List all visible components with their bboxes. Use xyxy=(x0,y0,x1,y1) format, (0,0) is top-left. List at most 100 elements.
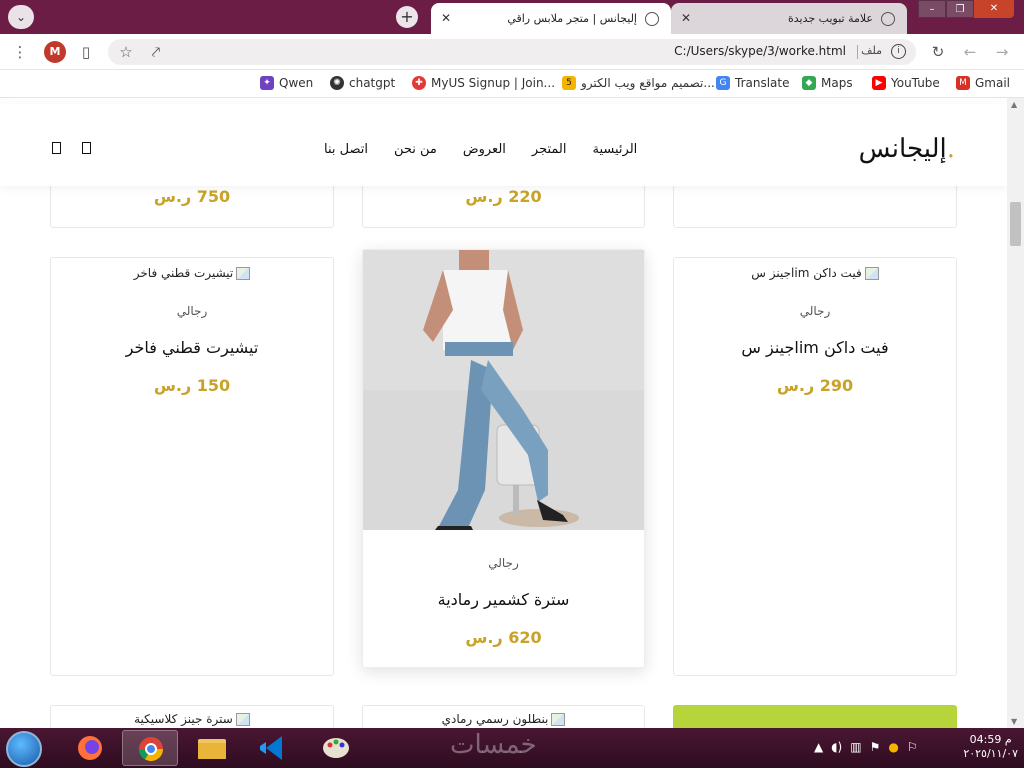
paint-icon xyxy=(323,738,349,758)
firefox-icon xyxy=(78,736,102,760)
site-logo[interactable]: إليجانس. xyxy=(859,134,955,164)
bookmark-label: Maps xyxy=(821,76,853,90)
bookmark-myus[interactable]: ✚ MyUS Signup | Join... xyxy=(412,76,555,90)
address-bar[interactable]: ☆ ⤤ C:/Users/skype/3/worke.html ملف i xyxy=(108,39,916,65)
bookmark-youtube[interactable]: ▶ YouTube xyxy=(872,76,940,90)
taskbar-firefox[interactable] xyxy=(62,730,118,766)
network-icon[interactable]: ▥ xyxy=(850,740,861,754)
taskbar-chrome[interactable] xyxy=(122,730,178,766)
site-header: إليجانس. الرئيسية المتجر العروض من نحن ا… xyxy=(0,104,1007,186)
bookmark-web-design[interactable]: 5 تصميم مواقع ويب الكترو... xyxy=(562,76,715,90)
nav-contact[interactable]: اتصل بنا xyxy=(324,142,368,157)
product-card-tshirt[interactable]: تيشيرت قطني فاخر رجالي تيشيرت قطني فاخر … xyxy=(50,257,334,676)
image-alt-text: تيشيرت قطني فاخر xyxy=(133,266,234,280)
tray-expand-icon[interactable]: ▲ xyxy=(814,740,823,754)
app-tray-icon[interactable]: ● xyxy=(888,740,898,754)
five-icon: 5 xyxy=(562,76,576,90)
cart-icon[interactable] xyxy=(82,142,91,154)
product-title[interactable]: جينز سlim فيت داكن xyxy=(674,338,956,357)
new-tab-button[interactable]: + xyxy=(396,6,418,28)
close-icon[interactable]: ✕ xyxy=(681,11,691,25)
bookmark-label: YouTube xyxy=(891,76,940,90)
product-price: 220 ر.س xyxy=(465,187,542,206)
bookmark-label: تصميم مواقع ويب الكترو... xyxy=(581,76,715,90)
bookmark-maps[interactable]: ◆ Maps xyxy=(802,76,853,90)
product-card-trousers[interactable]: بنطلون رسمي رمادي xyxy=(362,705,645,728)
flag-icon[interactable]: ⚑ xyxy=(870,740,881,754)
nav-home[interactable]: الرئيسية xyxy=(592,142,637,157)
window-close-button[interactable]: ✕ xyxy=(974,0,1014,18)
vscode-icon xyxy=(260,736,282,760)
product-title[interactable]: تيشيرت قطني فاخر xyxy=(51,338,333,357)
tab-new-tab[interactable]: ✕ علامة تبويب جديدة xyxy=(671,3,907,34)
product-card-denim-jacket[interactable]: سترة جينز كلاسيكية xyxy=(50,705,334,728)
page-scrollbar[interactable]: ▲ ▼ xyxy=(1007,98,1024,728)
main-nav: الرئيسية المتجر العروض من نحن اتصل بنا xyxy=(324,142,637,157)
image-alt-text: سترة جينز كلاسيكية xyxy=(134,712,233,726)
product-category: رجالي xyxy=(799,304,831,318)
bookmark-label: chatgpt xyxy=(349,76,396,90)
youtube-icon: ▶ xyxy=(872,76,886,90)
product-card-jeans[interactable]: جينز سlim فيت داكن رجالي جينز سlim فيت د… xyxy=(673,257,957,676)
tab-label: علامة تبويب جديدة xyxy=(787,12,873,25)
bookmarks-bar: M Gmail ▶ YouTube ◆ Maps G Translate 5 ت… xyxy=(0,70,1024,98)
product-card-cashmere[interactable]: رجالي سترة كشمير رمادية 620 ر.س xyxy=(362,249,645,668)
image-alt-text: بنطلون رسمي رمادي xyxy=(441,712,549,726)
forward-icon[interactable]: ← xyxy=(960,42,980,62)
tab-store[interactable]: ✕ إليجانس | متجر ملابس راقي xyxy=(431,3,671,34)
page-viewport: 220 ر.س 750 ر.س إليجانس. الرئيسية المتجر… xyxy=(0,98,1007,728)
url-text[interactable]: C:/Users/skype/3/worke.html xyxy=(674,44,846,58)
bookmark-star-icon[interactable]: ☆ xyxy=(116,42,136,62)
tab-search-button[interactable]: ⌄ xyxy=(8,5,34,29)
bookmark-label: Gmail xyxy=(975,76,1011,90)
clock[interactable]: 04:59 م ٢٠٢٥/١١/٠٧ xyxy=(963,733,1018,761)
gmail-icon: M xyxy=(956,76,970,90)
windows-taskbar: خمسات ▲ ◖) ▥ ⚑ ● ⚐ 04:59 م ٢٠٢٥/١١/٠٧ xyxy=(0,728,1024,768)
nav-about[interactable]: من نحن xyxy=(394,142,437,157)
nav-store[interactable]: المتجر xyxy=(532,142,567,157)
url-scheme-label: ملف xyxy=(861,44,882,57)
bookmark-qwen[interactable]: ✦ Qwen xyxy=(260,76,313,90)
nav-offers[interactable]: العروض xyxy=(463,142,506,157)
product-category: رجالي xyxy=(176,304,208,318)
product-image: جينز سlim فيت داكن xyxy=(751,266,879,280)
share-icon[interactable]: ⤤ xyxy=(146,42,166,62)
maximize-button[interactable]: ❐ xyxy=(946,0,974,18)
start-button[interactable] xyxy=(6,731,42,767)
divider xyxy=(857,45,858,59)
sidebar-icon[interactable]: ▯ xyxy=(76,42,96,62)
folder-icon xyxy=(198,739,226,759)
bookmark-gmail[interactable]: M Gmail xyxy=(956,76,1010,90)
close-icon[interactable]: ✕ xyxy=(441,11,451,25)
scroll-up-icon[interactable]: ▲ xyxy=(1011,100,1017,109)
watermark-text: خمسات xyxy=(450,730,537,760)
bookmark-translate[interactable]: G Translate xyxy=(716,76,790,90)
reload-icon[interactable]: ↻ xyxy=(928,42,948,62)
back-icon[interactable]: → xyxy=(992,42,1012,62)
user-icon[interactable] xyxy=(52,142,61,154)
product-title[interactable]: سترة كشمير رمادية xyxy=(363,590,644,609)
volume-icon[interactable]: ◖) xyxy=(831,740,842,754)
more-menu-icon[interactable]: ⋮ xyxy=(10,42,30,62)
browser-tab-strip: ⌄ ✕ إليجانس | متجر ملابس راقي ✕ علامة تب… xyxy=(0,0,1024,34)
maps-icon: ◆ xyxy=(802,76,816,90)
bookmark-chatgpt[interactable]: ✺ chatgpt xyxy=(330,76,395,90)
scroll-down-icon[interactable]: ▼ xyxy=(1011,717,1017,726)
product-price: 150 ر.س xyxy=(153,376,231,395)
myus-icon: ✚ xyxy=(412,76,426,90)
chrome-icon xyxy=(881,11,895,26)
promo-card[interactable] xyxy=(673,705,957,728)
minimize-button[interactable]: – xyxy=(918,0,946,18)
scroll-thumb[interactable] xyxy=(1010,202,1021,246)
taskbar-explorer[interactable] xyxy=(184,730,240,766)
globe-icon xyxy=(645,11,659,26)
profile-avatar[interactable]: M xyxy=(44,41,66,63)
clock-time: 04:59 م xyxy=(969,733,1012,746)
info-icon[interactable]: i xyxy=(891,44,906,59)
product-category: رجالي xyxy=(488,556,519,570)
product-image: تيشيرت قطني فاخر xyxy=(133,266,251,280)
logo-dot: . xyxy=(946,134,955,164)
taskbar-vscode[interactable] xyxy=(246,730,302,766)
taskbar-paint[interactable] xyxy=(308,730,364,766)
action-center-icon[interactable]: ⚐ xyxy=(907,740,918,754)
